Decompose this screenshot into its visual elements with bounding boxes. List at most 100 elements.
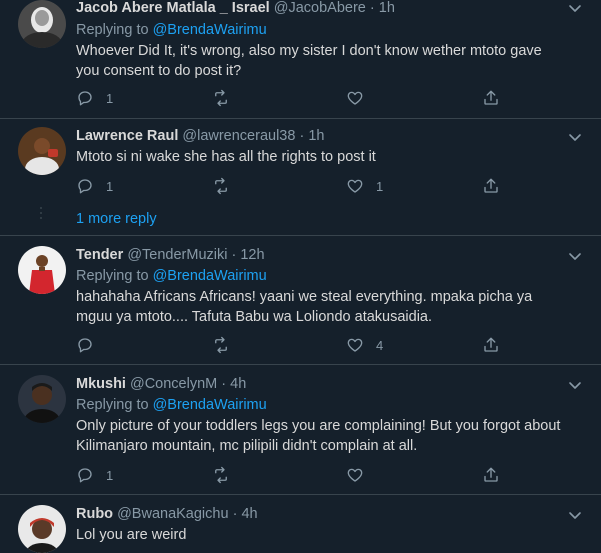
share-icon [482, 177, 500, 195]
author-handle[interactable]: @JacobAbere [274, 0, 366, 16]
tweet-header: Tender @TenderMuziki · 12h [76, 245, 581, 265]
retweet-button[interactable] [212, 87, 230, 109]
like-count: 4 [376, 337, 384, 353]
tweet[interactable]: Jacob Abere Matlala _ Israel @JacobAbere… [0, 0, 601, 118]
share-icon [482, 466, 500, 484]
author-handle[interactable]: @TenderMuziki [127, 247, 227, 263]
separator-dot: · [221, 376, 227, 392]
retweet-button[interactable] [212, 464, 230, 486]
like-button[interactable] [346, 464, 364, 486]
reply-count: 1 [106, 178, 114, 194]
author-handle[interactable]: @BwanaKagichu [117, 506, 228, 522]
tweet-text-line: Mtoto si ni wake she has all the rights … [76, 149, 376, 165]
tweet-header: Lawrence Raul @lawrenceraul38 · 1h [76, 126, 581, 146]
share-icon [482, 89, 500, 107]
mention-link[interactable]: @BrendaWairimu [153, 268, 267, 284]
like-button[interactable] [346, 87, 364, 109]
replying-prefix: Replying to [76, 268, 153, 284]
replying-prefix: Replying to [76, 22, 153, 38]
replying-to: Replying to @BrendaWairimu [76, 395, 581, 415]
avatar[interactable] [18, 375, 66, 423]
chevron-down-icon[interactable] [567, 377, 583, 393]
avatar[interactable] [18, 0, 66, 48]
timestamp[interactable]: 1h [379, 0, 395, 16]
chevron-down-icon[interactable] [567, 0, 583, 16]
heart-icon [346, 466, 364, 484]
thread-connector [39, 207, 43, 222]
heart-icon [346, 177, 364, 195]
reply-count: 1 [106, 90, 114, 106]
chevron-down-icon[interactable] [567, 507, 583, 523]
tweet-text: Mtoto si ni wake she has all the rights … [76, 147, 581, 167]
reply-feed: Jacob Abere Matlala _ Israel @JacobAbere… [0, 0, 601, 553]
separator-dot: · [232, 506, 238, 522]
tweet-text: Lol you are weird [76, 525, 581, 545]
reply-button[interactable] [76, 334, 94, 356]
timestamp[interactable]: 4h [230, 376, 246, 392]
share-button[interactable] [482, 334, 500, 356]
tweet-header: Jacob Abere Matlala _ Israel @JacobAbere… [76, 0, 581, 18]
heart-icon [346, 89, 364, 107]
tweet-text: hahahaha Africans Africans! yaani we ste… [76, 287, 581, 327]
share-button[interactable] [482, 87, 500, 109]
tweet-text-line: you consent to do post it? [76, 63, 242, 79]
chevron-down-icon[interactable] [567, 129, 583, 145]
reply-icon [76, 177, 94, 195]
reply-button[interactable]: 1 [76, 464, 113, 486]
retweet-button[interactable] [212, 334, 230, 356]
tweet-text-line: mguu ya mtoto.... Tafuta Babu wa Loliond… [76, 309, 433, 325]
tweet-text: Only picture of your toddlers legs you a… [76, 416, 581, 456]
heart-icon [346, 336, 364, 354]
author-name[interactable]: Tender [76, 247, 123, 263]
timestamp[interactable]: 4h [241, 506, 257, 522]
like-count: 1 [376, 178, 384, 194]
tweet[interactable]: Lawrence Raul @lawrenceraul38 · 1h Mtoto… [0, 119, 601, 235]
retweet-button[interactable] [212, 175, 230, 197]
reply-icon [76, 466, 94, 484]
reply-button[interactable]: 1 [76, 87, 113, 109]
share-icon [482, 336, 500, 354]
author-name[interactable]: Lawrence Raul [76, 128, 178, 144]
like-button[interactable]: 4 [346, 334, 383, 356]
avatar[interactable] [18, 505, 66, 553]
author-name[interactable]: Jacob Abere Matlala _ Israel [76, 0, 270, 16]
tweet[interactable]: Rubo @BwanaKagichu · 4h Lol you are weir… [0, 495, 601, 553]
timestamp[interactable]: 12h [240, 247, 264, 263]
mention-link[interactable]: @BrendaWairimu [153, 397, 267, 413]
author-name[interactable]: Rubo [76, 506, 113, 522]
chevron-down-icon[interactable] [567, 248, 583, 264]
reply-icon [76, 336, 94, 354]
tweet-text-line: Only picture of your toddlers legs you a… [76, 418, 561, 434]
tweet-text: Whoever Did It, it's wrong, also my sist… [76, 41, 581, 81]
separator-dot: · [299, 128, 305, 144]
tweet-header: Mkushi @ConcelynM · 4h [76, 374, 581, 394]
separator-dot: · [369, 0, 375, 16]
tweet-header: Rubo @BwanaKagichu · 4h [76, 504, 581, 524]
show-more-replies-link[interactable]: 1 more reply [76, 209, 157, 229]
tweet-text-line: Lol you are weird [76, 527, 187, 543]
author-name[interactable]: Mkushi [76, 376, 126, 392]
tweet-text-line: Whoever Did It, it's wrong, also my sist… [76, 43, 542, 59]
replying-prefix: Replying to [76, 397, 153, 413]
avatar[interactable] [18, 246, 66, 294]
share-button[interactable] [482, 464, 500, 486]
tweet-text-line: Kilimanjaro mountain, mc pilipili didn't… [76, 438, 418, 454]
author-handle[interactable]: @ConcelynM [130, 376, 217, 392]
retweet-icon [212, 336, 230, 354]
tweet[interactable]: Tender @TenderMuziki · 12h Replying to @… [0, 236, 601, 364]
retweet-icon [212, 177, 230, 195]
retweet-icon [212, 89, 230, 107]
mention-link[interactable]: @BrendaWairimu [153, 22, 267, 38]
like-button[interactable]: 1 [346, 175, 383, 197]
share-button[interactable] [482, 175, 500, 197]
retweet-icon [212, 466, 230, 484]
author-handle[interactable]: @lawrenceraul38 [182, 128, 295, 144]
reply-count: 1 [106, 467, 114, 483]
tweet[interactable]: Mkushi @ConcelynM · 4h Replying to @Bren… [0, 365, 601, 494]
reply-icon [76, 89, 94, 107]
timestamp[interactable]: 1h [308, 128, 324, 144]
replying-to: Replying to @BrendaWairimu [76, 266, 581, 286]
reply-button[interactable]: 1 [76, 175, 113, 197]
replying-to: Replying to @BrendaWairimu [76, 20, 581, 40]
avatar[interactable] [18, 127, 66, 175]
